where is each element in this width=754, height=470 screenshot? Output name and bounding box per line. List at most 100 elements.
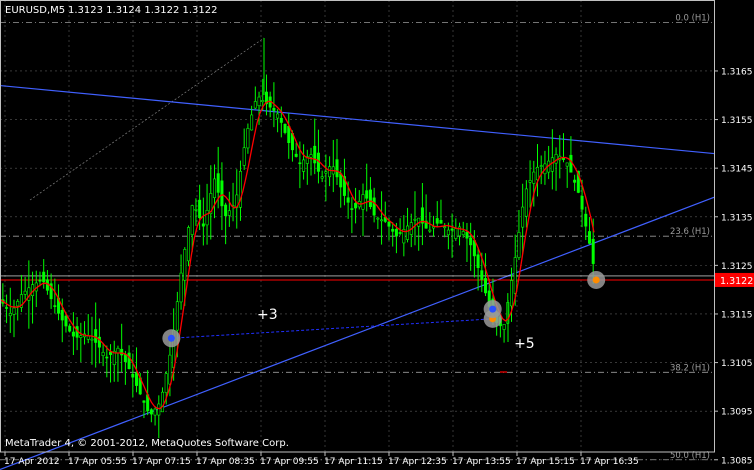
- candle-body: [220, 180, 224, 207]
- x-tick-label: 17 Apr 08:35: [196, 457, 255, 467]
- candle-body: [446, 229, 450, 236]
- candle-body: [469, 237, 473, 246]
- x-tick-label: 17 Apr 05:55: [68, 457, 127, 467]
- candle-body: [484, 278, 488, 294]
- x-tick-label: 17 Apr 13:55: [452, 457, 511, 467]
- candle-body: [510, 280, 514, 307]
- annotation-label: +5: [514, 336, 535, 352]
- candle-body: [476, 254, 480, 269]
- candle-body: [368, 189, 372, 208]
- candle-body: [120, 348, 124, 356]
- candle-body: [190, 205, 194, 235]
- candle-body: [127, 352, 131, 370]
- candle-body: [584, 213, 588, 227]
- candle-body: [157, 403, 161, 416]
- candle-body: [175, 301, 179, 331]
- candle-body: [212, 178, 216, 198]
- candle-body: [201, 223, 205, 227]
- candle-body: [387, 221, 391, 227]
- candle-body: [302, 159, 306, 172]
- candle-body: [60, 309, 64, 321]
- candle-body: [376, 217, 380, 220]
- fib-anchor-line: [29, 37, 265, 201]
- candle-body: [135, 372, 139, 386]
- trade-connector-line: [171, 318, 493, 339]
- candle-body: [8, 313, 12, 317]
- candle-body: [320, 176, 324, 179]
- candle-body: [550, 157, 554, 172]
- candle-body: [573, 179, 577, 183]
- y-tick-label: 1.3165: [721, 67, 753, 77]
- candle-body: [42, 271, 46, 283]
- trade-marker-dot: [592, 276, 600, 284]
- candle-body: [287, 126, 291, 143]
- chart-frame: [0, 0, 715, 453]
- candle-body: [142, 400, 146, 403]
- candle-body: [313, 145, 317, 164]
- candle-body: [64, 315, 68, 327]
- candle-body: [350, 208, 354, 210]
- candle-body: [428, 229, 432, 232]
- candle-body: [298, 162, 302, 165]
- x-tick-label: 17 Apr 2012: [4, 457, 60, 467]
- candle-body: [372, 197, 376, 216]
- candle-body: [454, 228, 458, 239]
- trade-marker-dot: [489, 305, 497, 313]
- candle-body: [513, 257, 517, 294]
- candle-body: [294, 153, 298, 157]
- trade-marker-dot: [167, 334, 175, 342]
- candle-body: [354, 202, 358, 209]
- candle-body: [480, 270, 484, 280]
- candle-body: [361, 194, 365, 210]
- candle-body: [450, 228, 454, 231]
- candle-body: [517, 232, 521, 258]
- y-tick-label: 1.3145: [721, 165, 753, 175]
- y-tick-label: 1.3115: [721, 310, 753, 320]
- x-tick-label: 17 Apr 07:15: [132, 457, 191, 467]
- candle-body: [394, 228, 398, 237]
- chart-canvas[interactable]: 0.0 (H1)23.6 (H1)38.2 (H1)50.0 (H1) +3 +5…: [0, 0, 754, 470]
- candle-body: [465, 231, 469, 239]
- candle-body: [276, 113, 280, 119]
- candle-body: [324, 171, 328, 174]
- copyright-text: MetaTrader 4, © 2001-2012, MetaQuotes So…: [5, 438, 289, 449]
- candle-body: [279, 117, 283, 123]
- candle-body: [5, 307, 9, 309]
- candle-body: [164, 373, 168, 393]
- candle-body: [413, 218, 417, 221]
- candle-body: [521, 206, 525, 228]
- symbol-label: EURUSD,M5: [5, 5, 65, 16]
- candle-body: [227, 210, 231, 216]
- candle-body: [71, 331, 75, 337]
- candle-body: [68, 325, 72, 332]
- y-tick-label: 1.3135: [721, 213, 753, 223]
- annotation-label: +3: [257, 307, 278, 323]
- current-price-label: 1.3122: [720, 276, 753, 287]
- candle-body: [131, 373, 135, 378]
- candle-body: [569, 154, 573, 173]
- candle-body: [439, 219, 443, 224]
- candle-body: [502, 324, 506, 330]
- candle-body: [246, 128, 250, 149]
- candle-body: [123, 354, 127, 363]
- x-tick-label: 17 Apr 16:35: [580, 457, 639, 467]
- candle-body: [23, 290, 27, 295]
- candle-body: [565, 162, 569, 167]
- candle-body: [253, 101, 257, 109]
- candle-body: [242, 147, 246, 166]
- y-tick-label: 1.3095: [721, 408, 753, 418]
- candle-body: [79, 335, 83, 338]
- candle-body: [309, 154, 313, 158]
- candle-body: [339, 173, 343, 188]
- candle-body: [528, 180, 532, 183]
- candle-body: [194, 209, 198, 211]
- candle-body: [346, 197, 350, 203]
- trendlines: [0, 84, 715, 470]
- candle-body: [101, 351, 105, 356]
- fibonacci-levels: 0.0 (H1)23.6 (H1)38.2 (H1)50.0 (H1): [0, 13, 714, 461]
- candles: [1, 38, 595, 439]
- trade-markers: [162, 270, 606, 348]
- candle-body: [261, 100, 265, 103]
- candle-body: [116, 347, 120, 354]
- candle-body: [161, 391, 165, 413]
